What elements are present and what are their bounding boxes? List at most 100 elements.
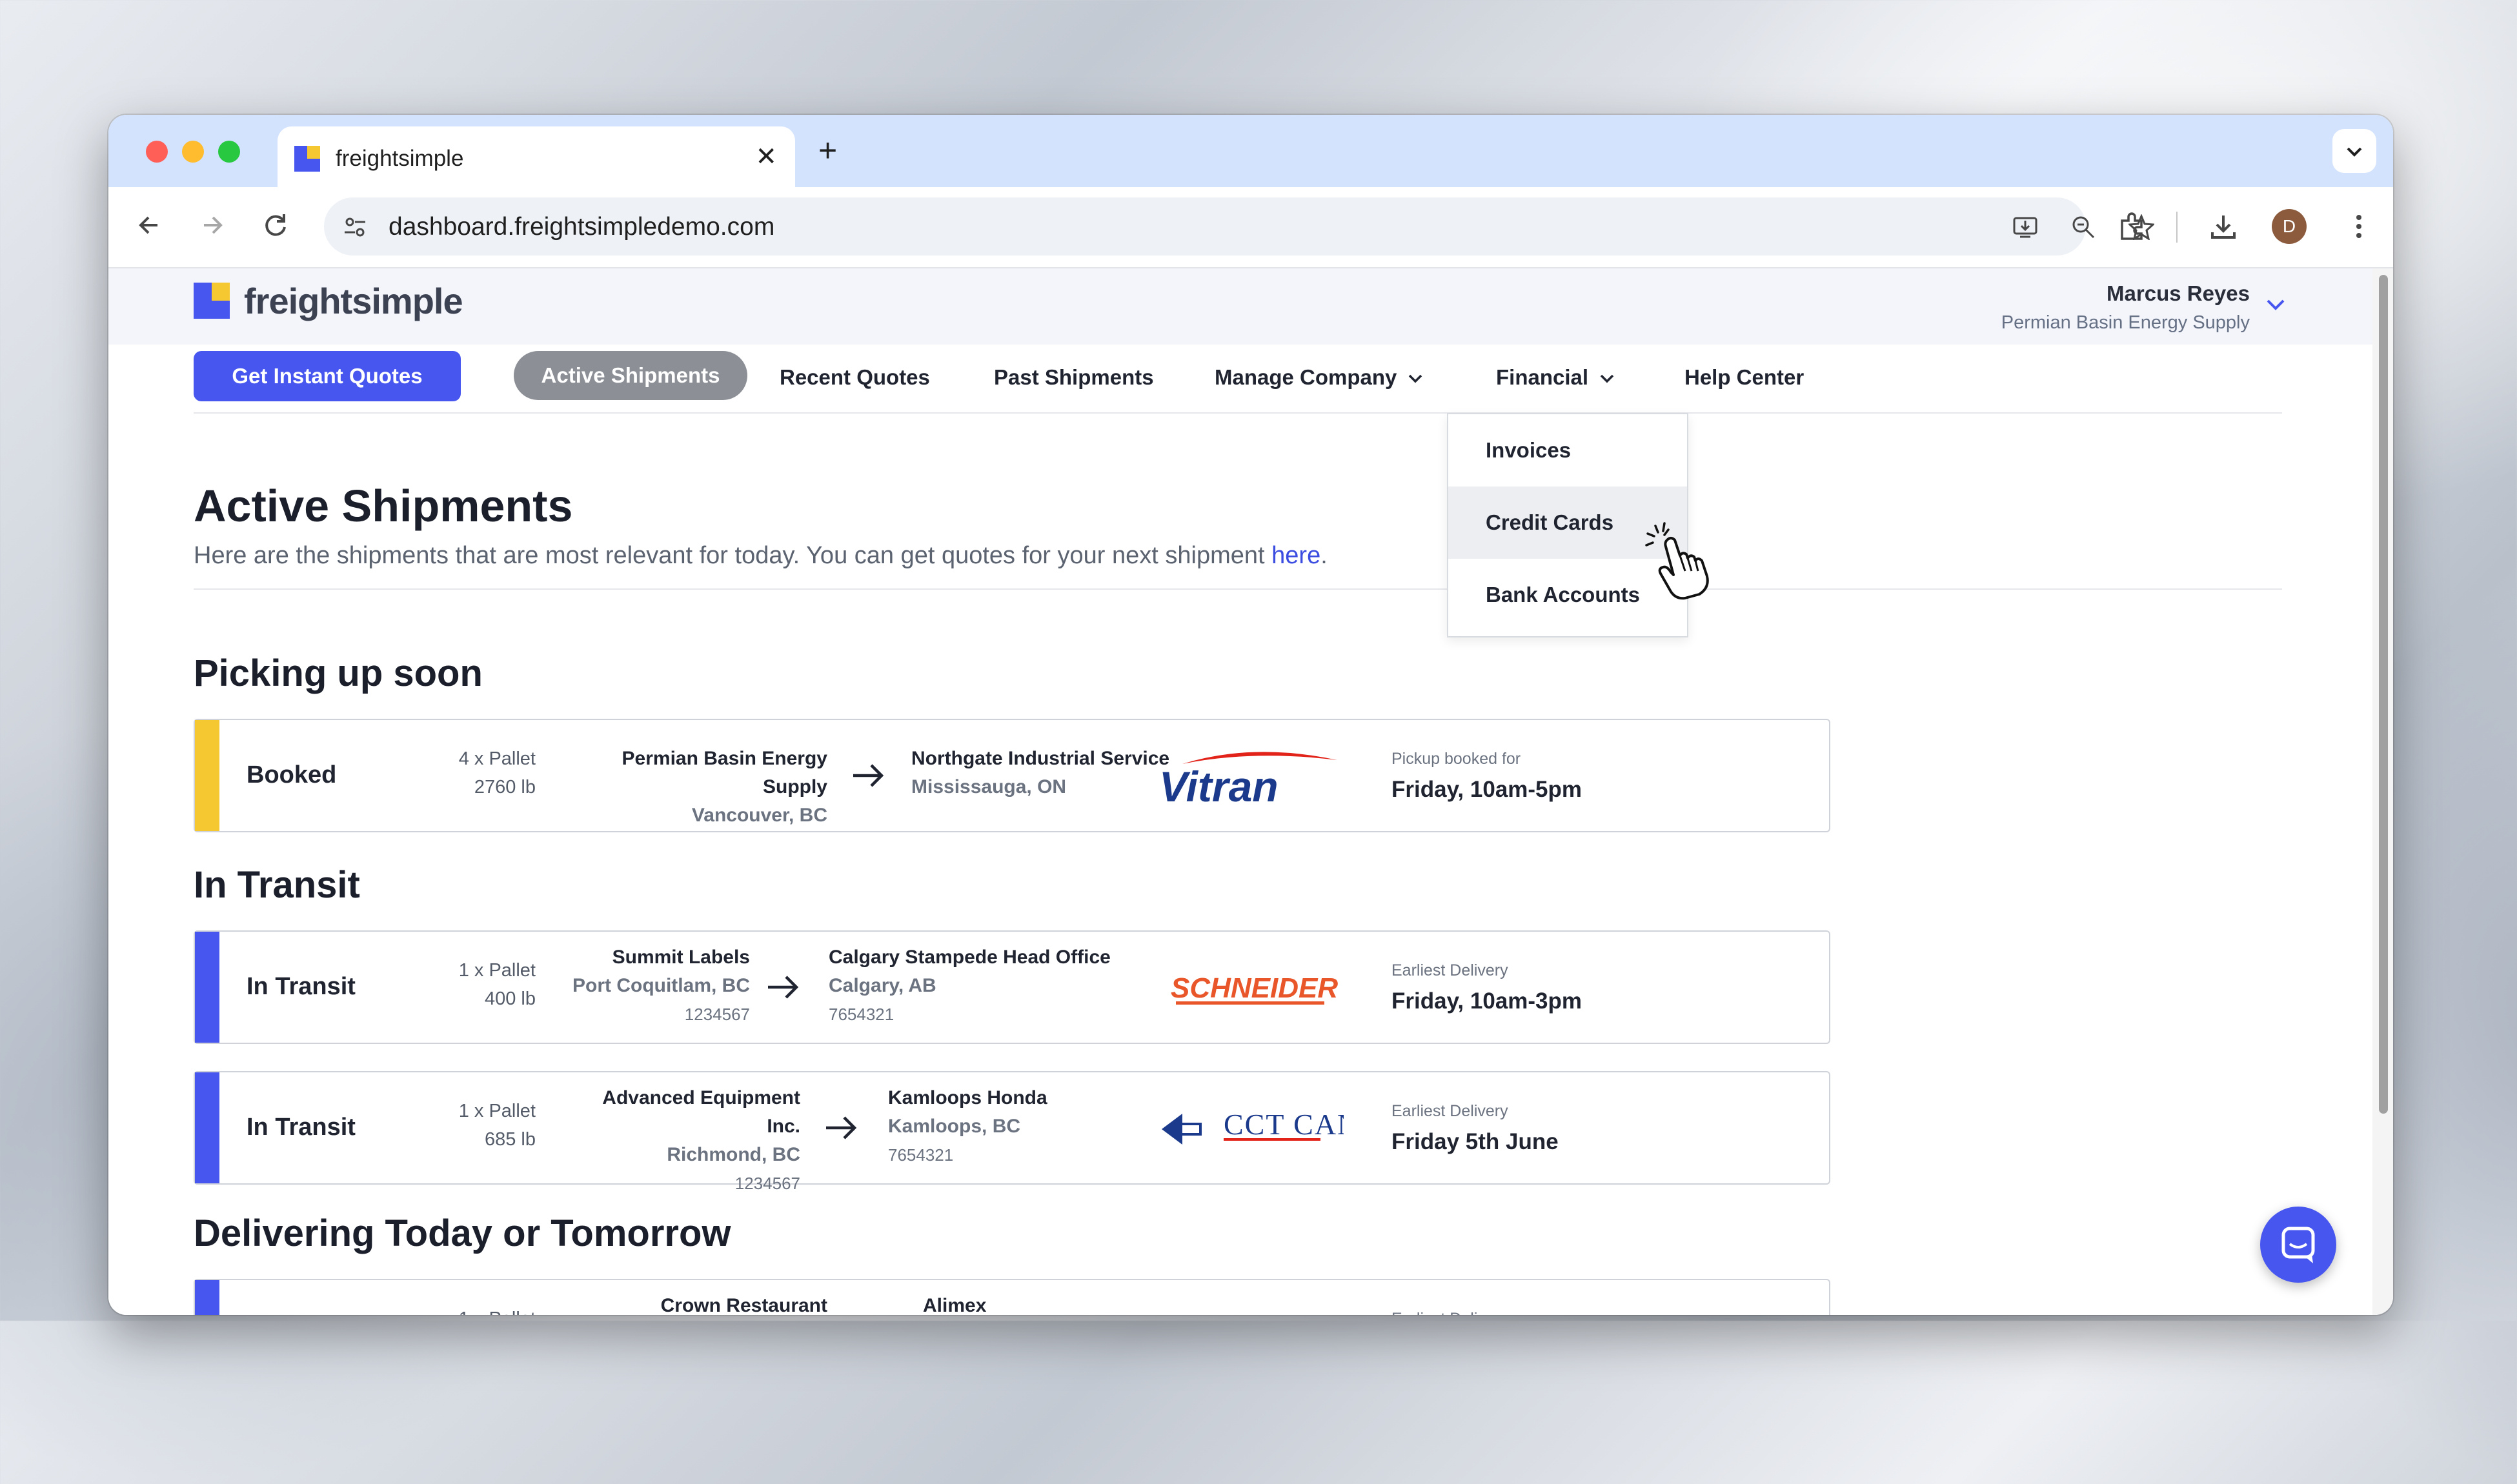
when-value: Friday 5th June (1391, 1129, 1559, 1154)
shipment-quantity: 1 x Pallet 400 lb (439, 956, 536, 1013)
origin-name: Summit Labels (612, 947, 750, 968)
back-icon[interactable] (134, 210, 164, 247)
install-icon[interactable] (2012, 214, 2038, 240)
origin-name: Permian Basin Energy Supply (622, 748, 827, 797)
page-description: Here are the shipments that are most rel… (194, 542, 1328, 570)
shipment-qty: 1 x Pallet (458, 1101, 536, 1121)
carrier-logo-schneider: SCHNEIDER (1171, 972, 1338, 1005)
browser-window: freightsimple ✕ + dashboard.freightsimpl… (108, 115, 2393, 1315)
menu-item-invoices[interactable]: Invoices (1448, 414, 1687, 486)
destination-name: Northgate Industrial Service (911, 748, 1170, 769)
page-title: Active Shipments (194, 481, 573, 531)
shipment-qty: 1 x Pallet (458, 960, 536, 981)
shipment-qty: 1 x Pallet (439, 1305, 536, 1315)
section-title-delivering: Delivering Today or Tomorrow (194, 1212, 731, 1254)
tab-bar: freightsimple ✕ + (108, 115, 2393, 187)
chat-button[interactable] (2260, 1207, 2336, 1283)
carrier-name: SCHNEIDER (1171, 972, 1338, 1004)
download-icon[interactable] (2209, 212, 2238, 241)
user-company: Permian Basin Energy Supply (2001, 312, 2250, 333)
shipment-origin: Advanced Equipment Inc. Richmond, BC 123… (569, 1084, 800, 1198)
browser-tab[interactable]: freightsimple ✕ (278, 126, 795, 187)
shipment-qty: 4 x Pallet (458, 748, 536, 769)
nav-financial[interactable]: Financial (1496, 365, 1617, 390)
app-header: freightsimple Marcus Reyes Permian Basin… (108, 268, 2372, 345)
when-value: Friday, 10am-3pm (1391, 988, 1582, 1014)
maximize-window-button[interactable] (218, 141, 240, 163)
nav-help-center[interactable]: Help Center (1684, 365, 1804, 390)
chat-icon (2281, 1227, 2315, 1263)
reload-icon[interactable] (261, 210, 290, 247)
nav-divider (194, 412, 2282, 414)
carrier-name: CCT CANADA (1224, 1108, 1344, 1141)
nav-active-shipments[interactable]: Active Shipments (514, 351, 747, 400)
shipment-card[interactable]: 1 x Pallet Crown Restaurant Equipment Al… (194, 1279, 1830, 1315)
get-instant-quotes-button[interactable]: Get Instant Quotes (194, 351, 461, 401)
scrollbar[interactable] (2372, 268, 2393, 1315)
arrow-right-icon (768, 976, 799, 999)
arrow-right-icon (826, 1116, 857, 1139)
shipment-quantity: 1 x Pallet (439, 1305, 536, 1315)
page-description-text: Here are the shipments that are most rel… (194, 542, 1272, 569)
minimize-window-button[interactable] (182, 141, 204, 163)
close-window-button[interactable] (146, 141, 168, 163)
when-label: Pickup booked for (1391, 750, 1521, 768)
pointer-cursor-icon (1645, 522, 1709, 600)
destination-city: Mississauga, ON (911, 776, 1067, 797)
new-tab-icon[interactable]: + (818, 132, 837, 169)
shipment-destination: Northgate Industrial Service Mississauga… (911, 745, 1169, 801)
destination-name: Kamloops Honda (888, 1087, 1047, 1108)
when-value: Friday, 10am-5pm (1391, 777, 1582, 802)
url-text: dashboard.freightsimpledemo.com (389, 213, 775, 241)
shipment-status: Booked (247, 761, 337, 788)
tab-title: freightsimple (336, 146, 464, 171)
origin-city: Port Coquitlam, BC (572, 975, 750, 996)
logo-text[interactable]: freightsimple (244, 280, 463, 322)
when-label: Earliest Delivery (1391, 1310, 1508, 1315)
shipment-quantity: 1 x Pallet 685 lb (439, 1097, 536, 1154)
shipment-card[interactable]: In Transit 1 x Pallet 685 lb Advanced Eq… (194, 1071, 1830, 1193)
scrollbar-thumb[interactable] (2379, 275, 2388, 1114)
shipment-card[interactable]: Booked 4 x Pallet 2760 lb Permian Basin … (194, 719, 1830, 832)
destination-city: Kamloops, BC (888, 1116, 1021, 1137)
nav-past-shipments[interactable]: Past Shipments (994, 365, 1154, 390)
destination-name: Calgary Stampede Head Office (829, 947, 1111, 968)
origin-ref: 1234567 (684, 1005, 750, 1024)
origin-city: Vancouver, BC (691, 805, 827, 826)
shipment-destination: Calgary Stampede Head Office Calgary, AB… (829, 943, 1111, 1028)
shipment-origin: Summit Labels Port Coquitlam, BC 1234567 (569, 943, 750, 1028)
profile-avatar[interactable]: D (2272, 209, 2307, 244)
shipment-origin: Crown Restaurant Equipment (569, 1292, 827, 1315)
site-settings-icon[interactable] (342, 214, 368, 240)
forward-icon[interactable] (197, 210, 227, 247)
status-stripe (195, 1072, 219, 1183)
page-description-period: . (1320, 542, 1328, 569)
zoom-icon[interactable] (2070, 214, 2096, 240)
more-icon[interactable] (2344, 212, 2374, 241)
tab-search-icon[interactable] (2332, 129, 2376, 173)
shipment-origin: Permian Basin Energy Supply Vancouver, B… (569, 745, 827, 830)
user-name[interactable]: Marcus Reyes (2107, 281, 2250, 306)
close-icon[interactable]: ✕ (755, 142, 777, 172)
chevron-down-icon (1600, 375, 1614, 383)
chevron-down-icon[interactable] (2263, 292, 2289, 317)
status-stripe (195, 1280, 219, 1315)
destination-ref: 7654321 (829, 1005, 895, 1024)
extensions-icon[interactable] (2117, 212, 2147, 241)
omnibox[interactable]: dashboard.freightsimpledemo.com (324, 197, 2154, 256)
when-label: Earliest Delivery (1391, 961, 1508, 979)
nav-manage-company[interactable]: Manage Company (1215, 365, 1425, 390)
shipment-destination: Alimex (923, 1292, 986, 1315)
address-bar: dashboard.freightsimpledemo.com D (108, 187, 2393, 268)
destination-ref: 7654321 (888, 1145, 954, 1165)
get-quotes-link[interactable]: here (1271, 542, 1320, 569)
logo-icon[interactable] (194, 283, 230, 319)
shipment-weight: 2760 lb (474, 777, 536, 797)
shipment-card[interactable]: In Transit 1 x Pallet 400 lb Summit Labe… (194, 930, 1830, 1044)
status-stripe (195, 720, 219, 831)
page-viewport: freightsimple Marcus Reyes Permian Basin… (108, 268, 2372, 1315)
nav-recent-quotes[interactable]: Recent Quotes (780, 365, 930, 390)
shipment-weight: 400 lb (484, 988, 536, 1009)
section-divider (194, 588, 2282, 590)
origin-name: Crown Restaurant Equipment (660, 1295, 827, 1315)
